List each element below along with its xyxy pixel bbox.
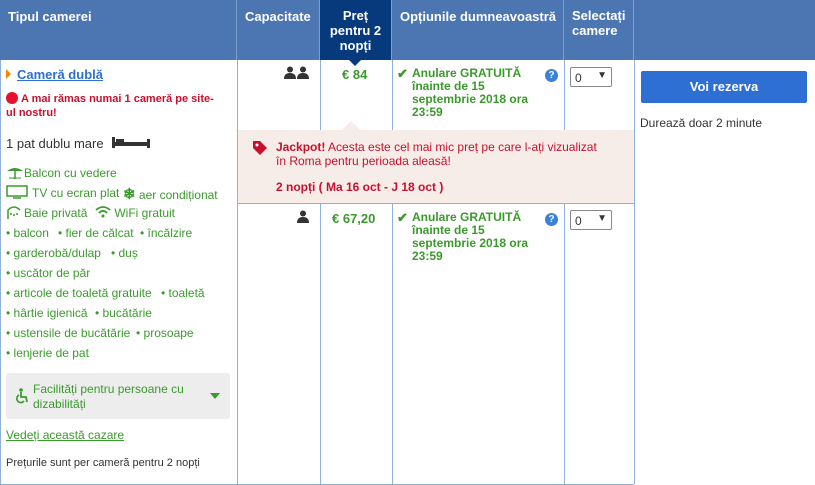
select-arrow-icon: ▼	[597, 213, 607, 224]
amenity-item: • toaletă	[161, 286, 205, 300]
header-price[interactable]: Preț pentru 2 nopți	[320, 0, 392, 66]
wheelchair-icon	[16, 388, 28, 404]
accessibility-label: Facilități pentru persoane cu dizabilităț…	[33, 382, 184, 411]
grid-line	[320, 60, 321, 130]
amenity-item: • bucătărie	[95, 306, 152, 320]
header-price-pointer	[349, 60, 361, 66]
header-spacer	[634, 0, 815, 60]
amenity-item: • articole de toaletă gratuite	[6, 286, 152, 300]
accessibility-toggle[interactable]: Facilități pentru persoane cu dizabilităț…	[6, 373, 230, 419]
header-options: Opțiunile dumneavoastră	[392, 0, 564, 60]
amenity-item: • duș	[111, 246, 138, 260]
offer-price: € 67,20	[332, 211, 376, 226]
tv-icon	[6, 185, 28, 199]
info-icon[interactable]: ?	[545, 69, 558, 82]
amenity-item: • prosoape	[136, 326, 194, 340]
room-title[interactable]: Cameră dublă	[6, 67, 103, 82]
grid-line	[392, 60, 393, 130]
amenity-item: • fier de călcat	[58, 226, 134, 240]
header-select: Selectați camere	[564, 0, 634, 60]
arrow-right-icon	[6, 69, 11, 79]
reserve-note: Durează doar 2 minute	[640, 116, 763, 130]
feature-tv: TV cu ecran plat	[6, 185, 119, 200]
grid-line	[392, 204, 393, 484]
feature-bathroom: Baie privată	[6, 205, 87, 220]
check-icon: ✔	[397, 210, 408, 225]
room-quantity-select[interactable]: 0 ▼	[570, 210, 612, 230]
balcony-view-icon	[7, 168, 23, 179]
jackpot-banner: Jackpot! Acesta este cel mai mic preț pe…	[238, 121, 634, 203]
amenity-item: • balcon	[6, 226, 49, 240]
info-icon[interactable]: ?	[545, 213, 558, 226]
room-name-link[interactable]: Cameră dublă	[17, 67, 103, 82]
reserve-button[interactable]: Voi rezerva	[641, 71, 807, 103]
amenity-item: • încălzire	[140, 226, 193, 240]
select-arrow-icon: ▼	[597, 70, 607, 81]
feature-balcony: Balcon cu vedere	[6, 165, 117, 180]
offer-price: € 84	[342, 67, 368, 82]
chevron-down-icon	[210, 393, 220, 399]
jackpot-pointer	[342, 121, 360, 130]
person-icon	[297, 210, 309, 223]
grid-line	[237, 60, 238, 484]
amenity-item: • hârtie igienică	[6, 306, 88, 320]
jackpot-message: Jackpot! Acesta este cel mai mic preț pe…	[276, 140, 597, 168]
amenity-item: • uscător de păr	[6, 266, 91, 280]
bed-icon	[112, 137, 151, 148]
grid-line	[237, 203, 634, 204]
grid-line	[634, 60, 635, 484]
capacity-two-persons	[284, 66, 310, 82]
free-cancellation: Anulare GRATUITĂ înainte de 15 septembrie …	[412, 66, 529, 119]
snowflake-icon: ❄	[123, 186, 136, 203]
room-quantity-select[interactable]: 0 ▼	[570, 67, 612, 87]
check-icon: ✔	[397, 66, 408, 81]
availability-warning: A mai rămas numai 1 cameră pe site-ul no…	[6, 92, 214, 119]
feature-ac: ❄ aer condiționat	[123, 186, 218, 203]
red-dot-icon	[6, 92, 18, 104]
free-cancellation: Anulare GRATUITĂ înainte de 15 septembrie …	[412, 210, 529, 263]
wifi-icon	[95, 206, 111, 218]
view-property-link[interactable]: Vedeți această cazare	[6, 428, 124, 442]
grid-line	[320, 204, 321, 484]
two-persons-icon	[284, 66, 309, 79]
amenity-item: • lenjerie de pat	[6, 346, 89, 360]
header-capacity: Capacitate	[237, 0, 320, 60]
jackpot-dates: 2 nopți ( Ma 16 oct - J 18 oct )	[276, 180, 444, 194]
bed-info: 1 pat dublu mare	[6, 135, 151, 151]
amenity-item: • ustensile de bucătărie	[6, 326, 131, 340]
price-tag-icon	[253, 141, 267, 155]
grid-line	[564, 60, 565, 130]
capacity-one-person	[297, 210, 309, 226]
amenity-item: • garderobă/dulap	[6, 246, 101, 260]
grid-line	[0, 60, 1, 484]
shower-icon	[7, 206, 21, 219]
header-room-type: Tipul camerei	[0, 0, 237, 60]
grid-line	[564, 204, 565, 484]
price-note: Prețurile sunt per cameră pentru 2 nopți	[6, 457, 200, 469]
feature-wifi: WiFi gratuit	[95, 205, 175, 220]
